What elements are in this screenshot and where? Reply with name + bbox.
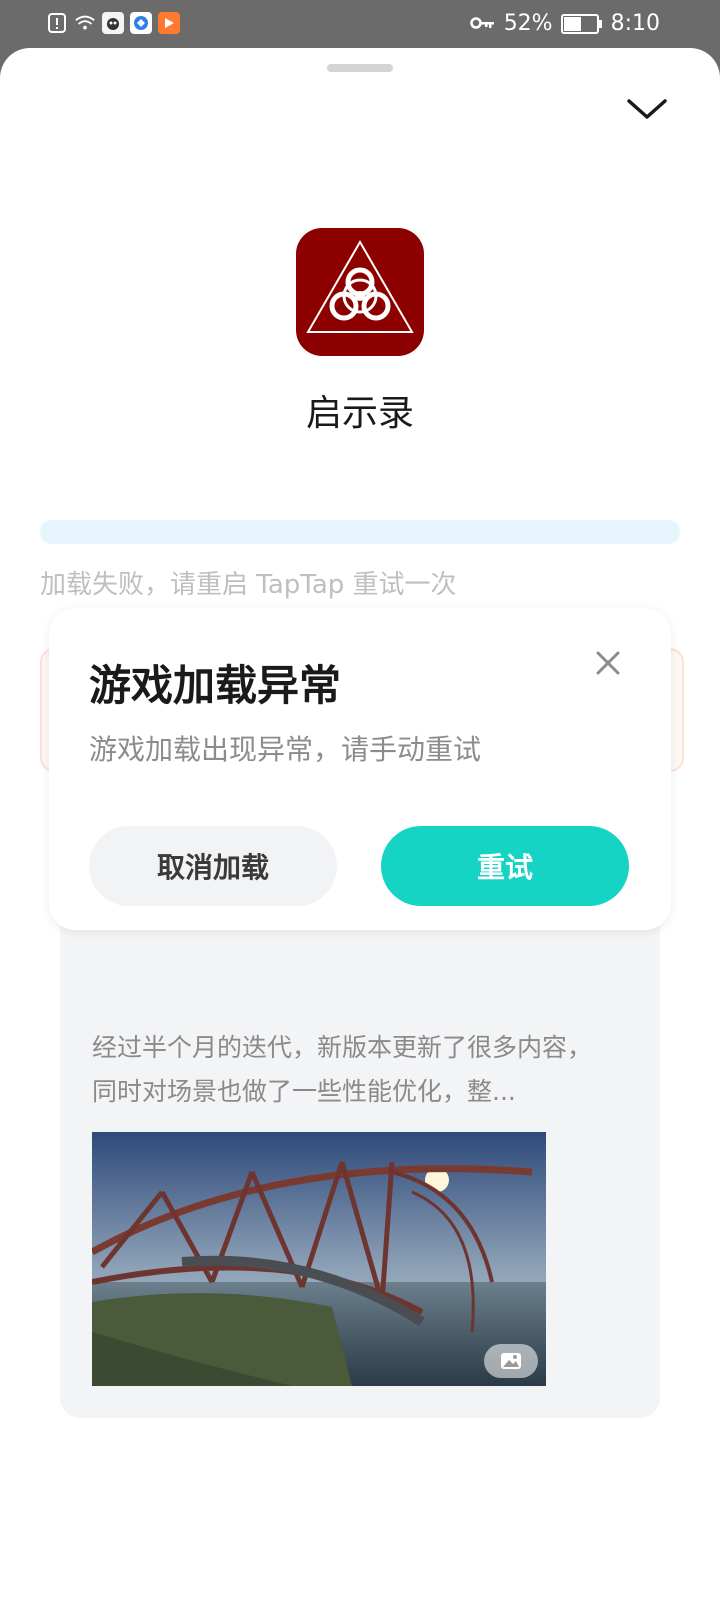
collapse-button[interactable] (625, 93, 669, 127)
video-app-icon (158, 12, 180, 34)
post-image[interactable] (92, 1132, 546, 1386)
dialog-title: 游戏加载异常 (89, 661, 342, 710)
wifi-icon (74, 12, 96, 34)
battery-icon (560, 13, 602, 34)
status-icons-left (46, 12, 180, 34)
status-icons-right: 52% 8:10 (469, 11, 660, 36)
game-icon (296, 228, 424, 356)
chevron-down-icon (627, 99, 667, 119)
image-badge (484, 1344, 538, 1378)
biohazard-icon (306, 240, 414, 333)
loading-progress-bar (40, 520, 680, 544)
retry-button[interactable]: 重试 (381, 826, 629, 906)
loading-error-text: 加载失败，请重启 TapTap 重试一次 (40, 570, 457, 600)
browser-icon (130, 12, 152, 34)
battery-percentage: 52% (503, 11, 553, 36)
update-post-card[interactable]: 经过半个月的迭代，新版本更新了很多内容，同时对场景也做了一些性能优化，整... (60, 908, 660, 1418)
game-title: 启示录 (305, 393, 414, 434)
key-icon (469, 11, 496, 36)
drag-handle[interactable] (327, 64, 393, 72)
load-error-dialog: 游戏加载异常 游戏加载出现异常，请手动重试 取消加载 重试 (49, 608, 671, 930)
cancel-loading-button[interactable]: 取消加载 (89, 826, 337, 906)
sim-alert-icon (46, 12, 68, 34)
post-excerpt: 经过半个月的迭代，新版本更新了很多内容，同时对场景也做了一些性能优化，整... (92, 1033, 593, 1106)
dialog-close-button[interactable] (595, 650, 621, 676)
clock: 8:10 (610, 11, 660, 36)
image-icon (501, 1353, 521, 1369)
status-bar: 52% 8:10 (0, 0, 720, 50)
close-icon (596, 651, 620, 675)
bridge-scene-image (92, 1132, 546, 1386)
battery-level (563, 16, 582, 31)
app-notification-icon (102, 12, 124, 34)
dialog-message: 游戏加载出现异常，请手动重试 (89, 733, 482, 766)
